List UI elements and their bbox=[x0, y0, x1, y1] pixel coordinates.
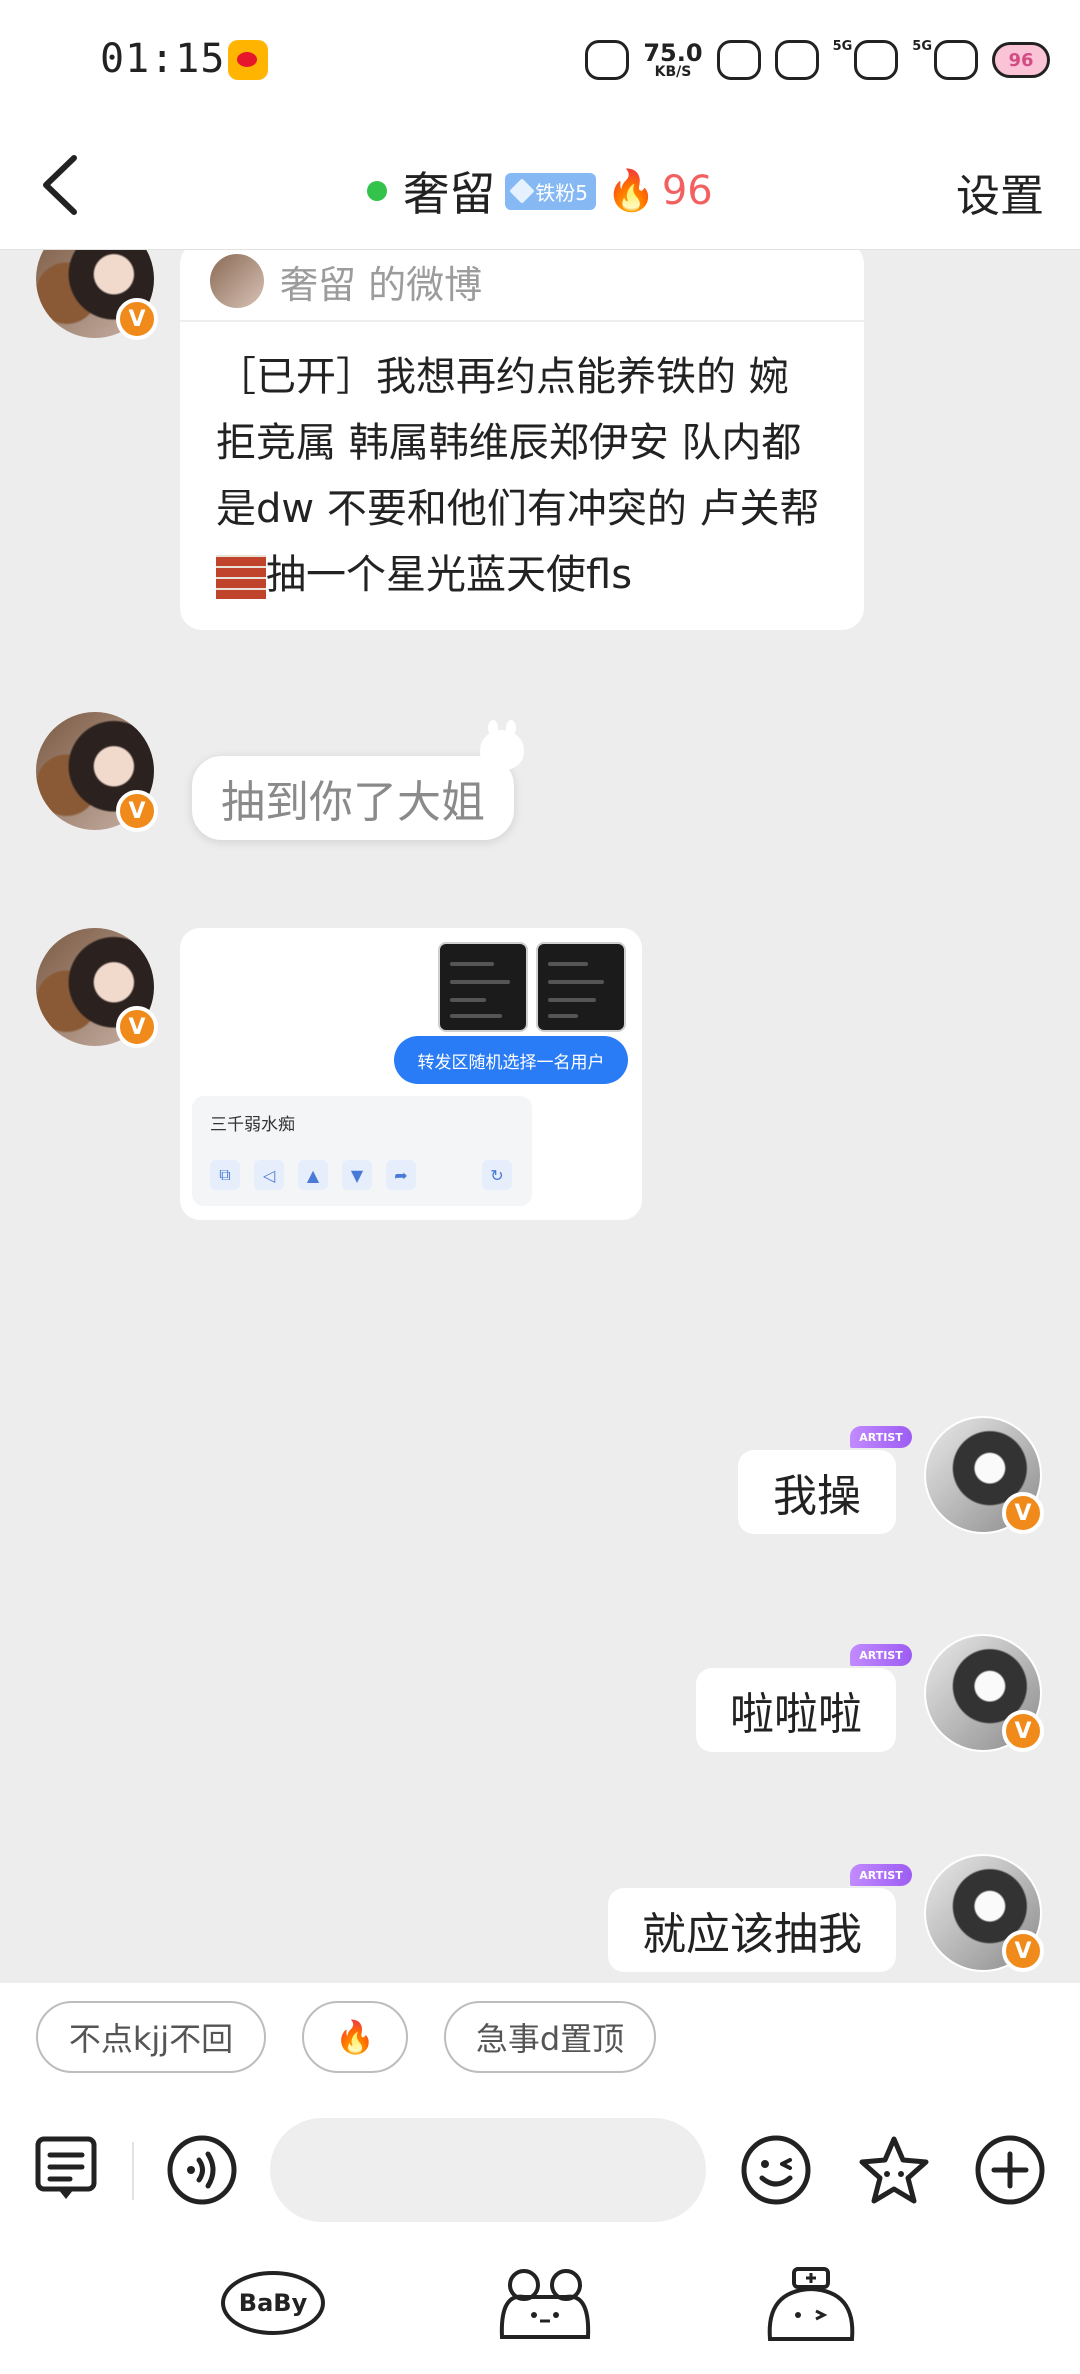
contact-avatar[interactable]: V bbox=[36, 928, 158, 1048]
my-avatar[interactable]: V bbox=[924, 1854, 1044, 1972]
fire-icon: 🔥 bbox=[606, 168, 656, 214]
verified-badge: V bbox=[1002, 1930, 1044, 1972]
chat-title[interactable]: 奢留 铁粉5 🔥 96 bbox=[0, 158, 1080, 224]
artist-tag: ARTIST bbox=[850, 1864, 912, 1886]
verified-badge: V bbox=[116, 298, 158, 340]
net-speed: 75.0 KB/S bbox=[643, 39, 703, 80]
status-time: 01:15 bbox=[100, 36, 226, 82]
my-avatar[interactable]: V bbox=[924, 1416, 1044, 1534]
wifi-icon bbox=[716, 40, 761, 80]
quick-reply-chip[interactable]: 🔥 bbox=[302, 2001, 408, 2073]
thumbnail-image bbox=[536, 942, 626, 1032]
fan-badge: 铁粉5 bbox=[505, 172, 596, 210]
diamond-icon bbox=[509, 178, 535, 204]
picked-user-name: 三千弱水痴 bbox=[210, 1115, 295, 1135]
quick-reply-chip[interactable]: 不点kjj不回 bbox=[36, 2001, 266, 2073]
sticker-frog[interactable] bbox=[490, 2260, 600, 2350]
verified-badge: V bbox=[116, 790, 158, 832]
message-input[interactable] bbox=[270, 2118, 706, 2222]
image-message[interactable]: 转发区随机选择一名用户 三千弱水痴 ⧉ ◁ ▲ ▼ ➦ ↻ bbox=[180, 928, 642, 1220]
baby-sticker-icon: BaBy bbox=[221, 2271, 325, 2335]
quick-reply-bar: 不点kjj不回 🔥 急事d置顶 bbox=[0, 1983, 1080, 2090]
message-list[interactable]: V 奢留 的微博 ［已开］我想再约点能养铁的 婉拒竞属 韩属韩维辰郑伊安 队内都… bbox=[0, 250, 1080, 1983]
fan-badge-label: 铁粉5 bbox=[535, 180, 588, 205]
my-avatar[interactable]: V bbox=[924, 1634, 1044, 1752]
artist-tag: ARTIST bbox=[850, 1426, 912, 1448]
status-icons: 75.0 KB/S 5G 5G 96 bbox=[585, 30, 1050, 90]
svg-text:BaBy: BaBy bbox=[239, 2289, 308, 2317]
thumbnail-image bbox=[438, 942, 528, 1032]
refresh-icon: ↻ bbox=[482, 1160, 512, 1190]
contact-name: 奢留 bbox=[403, 167, 496, 221]
copy-icon: ⧉ bbox=[210, 1160, 240, 1190]
frog-sticker-icon bbox=[499, 2269, 591, 2339]
fire-level-value: 96 bbox=[661, 168, 713, 214]
brick-emoji bbox=[216, 555, 266, 599]
menu-button[interactable] bbox=[28, 2132, 104, 2208]
divider bbox=[132, 2142, 134, 2200]
repost-text: ［已开］我想再约点能养铁的 婉拒竞属 韩属韩维辰郑伊安 队内都是dw 不要和他们… bbox=[216, 354, 820, 599]
status-bar: 01:15 75.0 KB/S 5G 5G 96 bbox=[0, 0, 1080, 120]
alarm-icon bbox=[585, 40, 630, 80]
sticker-baby[interactable]: BaBy bbox=[218, 2260, 328, 2350]
star-face-icon bbox=[859, 2136, 929, 2204]
repost-avatar bbox=[210, 254, 264, 308]
message-bubble[interactable]: 我操 bbox=[738, 1450, 896, 1534]
contact-avatar[interactable]: V bbox=[36, 250, 158, 340]
contact-avatar[interactable]: V bbox=[36, 712, 158, 832]
thumb-up-icon: ▲ bbox=[298, 1160, 328, 1190]
ai-reply-card: 三千弱水痴 ⧉ ◁ ▲ ▼ ➦ ↻ bbox=[192, 1096, 532, 1206]
message-bubble[interactable]: 抽到你了大姐 bbox=[192, 756, 514, 840]
note-menu-icon bbox=[35, 2136, 97, 2199]
sim1-type: 5G bbox=[832, 38, 853, 54]
hotspot-icon bbox=[774, 40, 819, 80]
nurse-frog-sticker-icon bbox=[767, 2267, 855, 2341]
emoji-button[interactable] bbox=[738, 2132, 814, 2208]
artist-tag: ARTIST bbox=[850, 1644, 912, 1666]
random-pick-button: 转发区随机选择一名用户 bbox=[394, 1036, 628, 1084]
weibo-repost-card[interactable]: 奢留 的微博 ［已开］我想再约点能养铁的 婉拒竞属 韩属韩维辰郑伊安 队内都是d… bbox=[180, 250, 864, 630]
settings-button[interactable]: 设置 bbox=[956, 160, 1044, 224]
message-bubble[interactable]: 啦啦啦 bbox=[696, 1668, 896, 1752]
verified-badge: V bbox=[1002, 1492, 1044, 1534]
verified-badge: V bbox=[116, 1006, 158, 1048]
verified-badge: V bbox=[1002, 1710, 1044, 1752]
repost-source: 奢留 的微博 bbox=[280, 262, 483, 307]
sticker-bar: BaBy bbox=[0, 2250, 1080, 2374]
emoji-icon bbox=[741, 2135, 811, 2205]
quick-reply-chip[interactable]: 急事d置顶 bbox=[444, 2001, 656, 2073]
fire-level: 🔥 96 bbox=[606, 168, 713, 214]
message-bubble[interactable]: 就应该抽我 bbox=[608, 1888, 896, 1972]
favorites-button[interactable] bbox=[856, 2132, 932, 2208]
weibo-app-icon bbox=[228, 40, 268, 80]
speaker-icon: ◁ bbox=[254, 1160, 284, 1190]
battery-indicator: 96 bbox=[992, 42, 1050, 78]
online-status-dot bbox=[367, 181, 388, 201]
input-bar bbox=[0, 2090, 1080, 2250]
sim2-type: 5G bbox=[912, 38, 932, 54]
signal2-icon bbox=[934, 40, 978, 80]
share-icon: ➦ bbox=[386, 1160, 416, 1190]
more-button[interactable] bbox=[972, 2132, 1048, 2208]
sticker-nurse-frog[interactable] bbox=[756, 2260, 866, 2350]
voice-button[interactable] bbox=[164, 2132, 240, 2208]
plus-circle-icon bbox=[975, 2135, 1045, 2205]
signal-icon bbox=[854, 40, 899, 80]
repost-header: 奢留 的微博 bbox=[180, 250, 864, 322]
thumb-down-icon: ▼ bbox=[342, 1160, 372, 1190]
chat-header: 奢留 铁粉5 🔥 96 设置 bbox=[0, 120, 1080, 250]
voice-icon bbox=[167, 2135, 237, 2205]
bunny-decoration-icon bbox=[480, 720, 524, 770]
